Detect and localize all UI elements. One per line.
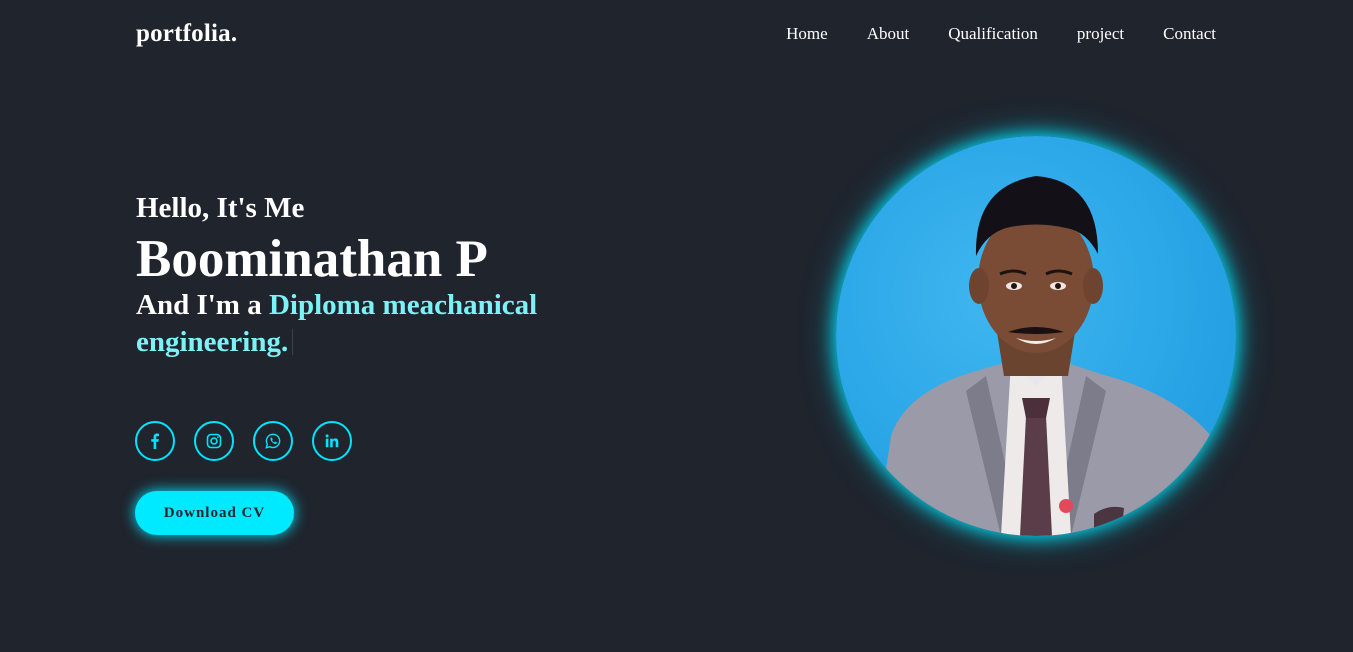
typing-cursor (292, 329, 294, 355)
nav-qualification[interactable]: Qualification (948, 24, 1038, 44)
role-prefix: And I'm a (136, 289, 269, 321)
nav-about[interactable]: About (867, 24, 910, 44)
portrait-illustration (876, 176, 1221, 536)
profile-photo (836, 136, 1236, 536)
role-heading: And I'm a Diploma meachanical engineerin… (136, 287, 616, 361)
nav-contact[interactable]: Contact (1163, 24, 1216, 44)
linkedin-link[interactable] (312, 421, 352, 461)
instagram-icon (206, 433, 222, 449)
linkedin-icon (325, 434, 339, 448)
whatsapp-link[interactable] (253, 421, 293, 461)
social-links (135, 421, 352, 461)
greeting-heading: Hello, It's Me (136, 192, 305, 224)
facebook-icon (151, 433, 159, 449)
logo[interactable]: portfolia. (136, 20, 237, 48)
download-cv-button[interactable]: Download CV (135, 491, 294, 535)
instagram-link[interactable] (194, 421, 234, 461)
page: portfolia. Home About Qualification proj… (0, 0, 1353, 652)
nav-home[interactable]: Home (786, 24, 828, 44)
facebook-link[interactable] (135, 421, 175, 461)
main-nav: Home About Qualification project Contact (786, 24, 1216, 44)
whatsapp-icon (265, 433, 281, 449)
nav-project[interactable]: project (1077, 24, 1124, 44)
name-heading: Boominathan P (136, 230, 488, 288)
